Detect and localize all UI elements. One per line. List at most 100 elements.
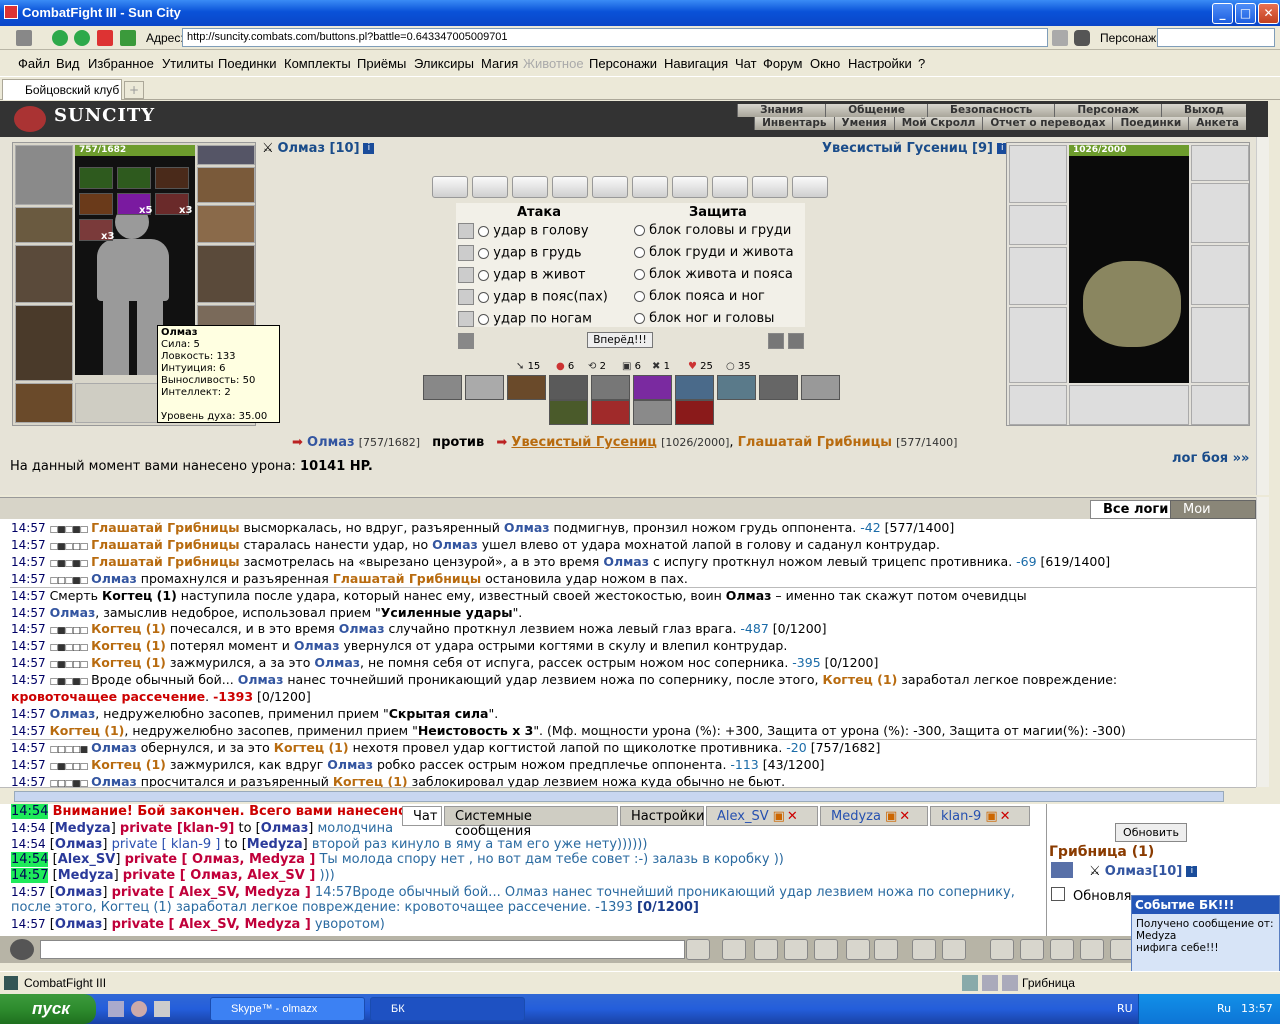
menu-item[interactable]: Персонажи <box>589 56 657 71</box>
skill-icon[interactable] <box>675 400 714 425</box>
users-icon[interactable] <box>1074 30 1090 46</box>
minimize-button[interactable]: _ <box>1212 3 1233 24</box>
log-fragment[interactable]: Глашатай Грибницы <box>91 520 239 535</box>
empty-slots-left[interactable] <box>75 383 163 423</box>
menu-item[interactable]: Комплекты <box>284 56 351 71</box>
close-icon[interactable]: ✕ <box>787 809 798 824</box>
private-chat-tab[interactable]: klan-9 ▣ ✕ <box>930 806 1030 826</box>
attack-toggle-icon[interactable] <box>458 267 474 283</box>
skill-icon[interactable] <box>549 400 588 425</box>
defense-row[interactable]: блок головы и груди <box>634 223 791 238</box>
start-button[interactable]: пуск <box>0 994 96 1024</box>
menu-item[interactable]: Животное <box>523 56 584 71</box>
menu-item[interactable]: Поединки <box>218 56 277 71</box>
log-fragment[interactable]: Олмаз <box>50 605 96 620</box>
close-icon[interactable]: ✕ <box>899 809 910 824</box>
shield-slot[interactable] <box>1191 245 1249 305</box>
log-fragment[interactable]: Олмаз <box>294 638 340 653</box>
menu-item[interactable]: Файл <box>18 56 50 71</box>
defense-row[interactable]: блок живота и пояса <box>634 267 793 282</box>
log-fragment[interactable]: Глашатай Грибницы <box>91 537 239 552</box>
auto-icon[interactable] <box>788 333 804 349</box>
attack-row[interactable]: удар в грудь <box>458 245 582 261</box>
weapon-left-slot[interactable] <box>1009 247 1067 305</box>
log-fragment[interactable]: Олмаз <box>238 672 284 687</box>
hammer-icon[interactable] <box>990 939 1014 960</box>
vs-left-name[interactable]: Олмаз <box>307 435 355 450</box>
log-fragment[interactable]: Олмаз <box>50 706 96 721</box>
menu-item[interactable]: Форум <box>763 56 803 71</box>
belt-slot[interactable] <box>1009 385 1067 425</box>
helmet-slot[interactable] <box>15 145 73 205</box>
address-input[interactable]: http://suncity.combats.com/buttons.pl?ba… <box>182 28 1048 47</box>
pin-icon[interactable] <box>16 30 32 46</box>
scroll-slot[interactable] <box>672 176 708 198</box>
defense-radio[interactable] <box>634 247 645 258</box>
scroll-slot[interactable] <box>512 176 548 198</box>
bracers-slot[interactable] <box>15 207 73 243</box>
chat-fragment[interactable]: Medyza <box>55 821 111 836</box>
game-nav-item[interactable]: Поединки <box>1112 117 1189 130</box>
game-nav-item[interactable]: Инвентарь <box>754 117 834 130</box>
ring-slots[interactable] <box>1191 145 1249 181</box>
close-icon[interactable]: ✕ <box>1000 809 1011 824</box>
vs-third-name[interactable]: Глашатай Грибницы <box>738 435 892 450</box>
lock-icon[interactable] <box>942 939 966 960</box>
log-fragment[interactable]: Олмаз <box>314 655 360 670</box>
log-fragment[interactable]: Олмаз <box>432 537 478 552</box>
chat-tab[interactable]: Чат <box>402 806 442 826</box>
log-fragment[interactable]: Олмаз <box>91 740 137 755</box>
log-fragment[interactable]: Когтец (1) <box>91 655 166 670</box>
player-name[interactable]: Олмаз[10] <box>1105 864 1183 879</box>
close-button[interactable]: ✕ <box>1258 3 1279 24</box>
menu-item[interactable]: Настройки <box>848 56 912 71</box>
game-nav-item[interactable]: Мой Скролл <box>893 117 983 130</box>
scroll-thumb[interactable] <box>14 791 1224 802</box>
add-tab-button[interactable]: + <box>124 81 144 99</box>
forward-button[interactable]: Вперёд!!! <box>587 332 653 348</box>
window-icon[interactable] <box>1002 975 1018 991</box>
tab-my-logs[interactable]: Мои логи <box>1170 500 1256 532</box>
attack-radio[interactable] <box>478 225 490 237</box>
tab-all-logs[interactable]: Все логи <box>1090 500 1182 519</box>
chat-fragment[interactable]: Олмаз <box>261 821 309 836</box>
log-fragment[interactable]: Когтец (1) <box>91 638 166 653</box>
fight-icon[interactable] <box>1051 862 1073 878</box>
battle-scrollbar[interactable] <box>1256 137 1269 495</box>
task-skype[interactable]: Skype™ - olmazx <box>210 997 365 1021</box>
enter-icon[interactable] <box>686 939 710 960</box>
info-icon[interactable]: i <box>363 143 375 154</box>
menu-item[interactable]: Утилиты <box>162 56 214 71</box>
log-fragment[interactable]: Олмаз <box>91 774 137 788</box>
chat-fragment[interactable]: [0/1200] <box>637 900 699 915</box>
menu-item[interactable]: Окно <box>810 56 840 71</box>
location-name[interactable]: Грибница (1) <box>1049 844 1154 860</box>
menu-item[interactable]: Избранное <box>88 56 154 71</box>
persona-select[interactable] <box>1157 28 1275 47</box>
chat-fragment[interactable]: Medyza <box>58 868 114 883</box>
chat-fragment[interactable]: Medyza <box>247 837 303 852</box>
chat-tab[interactable]: Настройки <box>620 806 704 826</box>
chat-fragment[interactable]: Олмаз <box>55 837 103 852</box>
skill-icon[interactable] <box>423 375 462 400</box>
translit-icon[interactable] <box>846 939 870 960</box>
gloves-slot[interactable] <box>1191 183 1249 243</box>
chat-input[interactable] <box>40 940 685 959</box>
bag-icon[interactable] <box>1020 939 1044 960</box>
log-hscrollbar[interactable] <box>0 787 1256 804</box>
left-fighter-name[interactable]: Олмаз [10] <box>277 141 359 156</box>
skill-icon[interactable] <box>633 375 672 400</box>
tray-lang[interactable]: Ru <box>1217 1002 1231 1015</box>
attack-row[interactable]: удар по ногам <box>458 311 592 327</box>
right-fighter-name[interactable]: Увесистый Гусениц [9] <box>822 141 993 156</box>
swap-icon[interactable] <box>768 333 784 349</box>
game-nav-item[interactable]: Анкета <box>1188 117 1246 130</box>
rune-slot-3[interactable] <box>155 167 189 189</box>
language-indicator[interactable]: RU <box>1117 1002 1133 1015</box>
empty-slots-right[interactable] <box>1069 385 1189 425</box>
task-bk[interactable]: БК <box>370 997 525 1021</box>
log-fragment[interactable]: Олмаз <box>327 757 373 772</box>
attack-toggle-icon[interactable] <box>458 289 474 305</box>
stop-icon[interactable] <box>97 30 113 46</box>
tools-icon[interactable] <box>1080 939 1104 960</box>
